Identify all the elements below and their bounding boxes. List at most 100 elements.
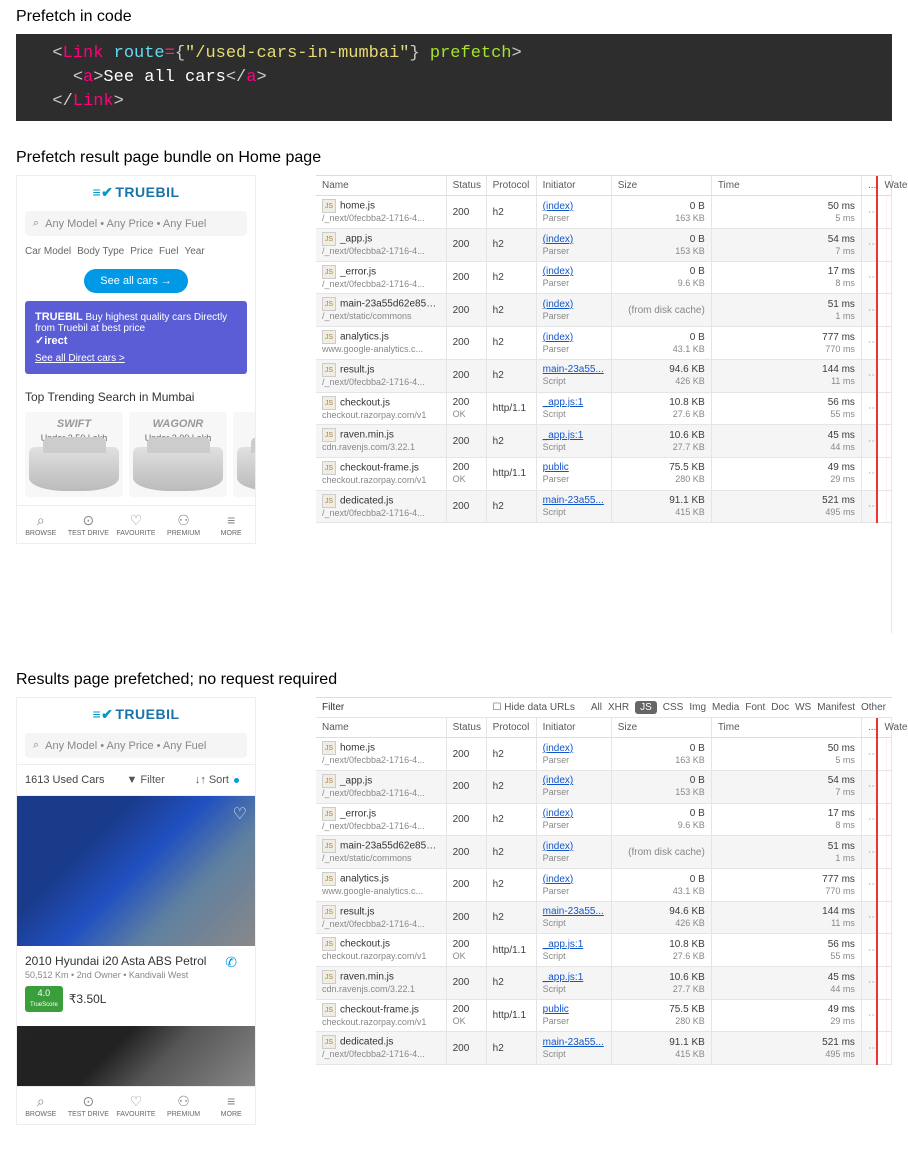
- initiator-link[interactable]: public: [543, 462, 569, 473]
- network-row[interactable]: JSresult.js/_next/0fecbba2-1716-4... 200…: [316, 901, 892, 934]
- nav-more[interactable]: ≡MORE: [207, 506, 255, 543]
- initiator-link[interactable]: (index): [543, 775, 574, 786]
- initiator-link[interactable]: (index): [543, 201, 574, 212]
- row-menu[interactable]: ⋯: [861, 901, 877, 934]
- trending-card[interactable]: WAGONRUnder 3.00 Lakh: [129, 412, 227, 497]
- network-row[interactable]: JSraven.min.jscdn.ravenjs.com/3.22.1 200…: [316, 425, 892, 458]
- nav-browse[interactable]: ⌕BROWSE: [17, 506, 65, 543]
- filter-tab-js[interactable]: JS: [635, 701, 657, 714]
- col-name[interactable]: Name: [316, 176, 446, 196]
- hide-data-urls-checkbox[interactable]: ☐ Hide data URLs: [493, 702, 575, 713]
- row-menu[interactable]: ⋯: [861, 738, 877, 771]
- row-menu[interactable]: ⋯: [861, 490, 877, 523]
- trending-card[interactable]: SWIFTUnder 3.50 Lakh: [25, 412, 123, 497]
- initiator-link[interactable]: _app.js:1: [543, 397, 584, 408]
- row-menu[interactable]: ⋯: [861, 803, 877, 836]
- initiator-link[interactable]: main-23a55...: [543, 906, 604, 917]
- favorite-icon[interactable]: ♡: [233, 804, 247, 824]
- initiator-link[interactable]: _app.js:1: [543, 972, 584, 983]
- filter-tab-ws[interactable]: WS: [795, 702, 811, 713]
- col-menu[interactable]: ...: [861, 176, 877, 196]
- direct-link[interactable]: See all Direct cars >: [35, 353, 237, 364]
- nav-test drive[interactable]: ⊙TEST DRIVE: [65, 1087, 113, 1124]
- row-menu[interactable]: ⋯: [861, 392, 877, 425]
- initiator-link[interactable]: main-23a55...: [543, 1037, 604, 1048]
- col-initiator[interactable]: Initiator: [536, 176, 611, 196]
- phone-icon[interactable]: ✆: [225, 954, 237, 971]
- filter-tab-img[interactable]: Img: [689, 702, 706, 713]
- network-row[interactable]: JS_app.js/_next/0fecbba2-1716-4... 200 h…: [316, 229, 892, 262]
- nav-premium[interactable]: ⚇PREMIUM: [160, 506, 208, 543]
- col-menu[interactable]: ...: [861, 718, 877, 738]
- network-row[interactable]: JSmain-23a55d62e85daea.../_next/static/c…: [316, 294, 892, 327]
- network-row[interactable]: JS_app.js/_next/0fecbba2-1716-4... 200 h…: [316, 770, 892, 803]
- row-menu[interactable]: ⋯: [861, 967, 877, 1000]
- nav-premium[interactable]: ⚇PREMIUM: [160, 1087, 208, 1124]
- col-name[interactable]: Name: [316, 718, 446, 738]
- row-menu[interactable]: ⋯: [861, 196, 877, 229]
- filter-tab-other[interactable]: Other: [861, 702, 886, 713]
- row-menu[interactable]: ⋯: [861, 294, 877, 327]
- trending-card[interactable]: D.Unde: [233, 412, 255, 497]
- network-row[interactable]: JScheckout-frame.jscheckout.razorpay.com…: [316, 457, 892, 490]
- initiator-link[interactable]: (index): [543, 841, 574, 852]
- col-time[interactable]: Time: [711, 176, 861, 196]
- filter-tab-all[interactable]: All: [591, 702, 602, 713]
- row-menu[interactable]: ⋯: [861, 457, 877, 490]
- network-row[interactable]: JSdedicated.js/_next/0fecbba2-1716-4... …: [316, 1032, 892, 1065]
- network-row[interactable]: JSmain-23a55d62e85daea.../_next/static/c…: [316, 836, 892, 869]
- network-row[interactable]: JS_error.js/_next/0fecbba2-1716-4... 200…: [316, 803, 892, 836]
- col-waterfall[interactable]: Wate: [877, 176, 891, 196]
- row-menu[interactable]: ⋯: [861, 836, 877, 869]
- col-initiator[interactable]: Initiator: [536, 718, 611, 738]
- network-row[interactable]: JShome.js/_next/0fecbba2-1716-4... 200 h…: [316, 738, 892, 771]
- filter-tab-font[interactable]: Font: [745, 702, 765, 713]
- network-row[interactable]: JSdedicated.js/_next/0fecbba2-1716-4... …: [316, 490, 892, 523]
- network-row[interactable]: JSanalytics.jswww.google-analytics.c... …: [316, 327, 892, 360]
- row-menu[interactable]: ⋯: [861, 359, 877, 392]
- initiator-link[interactable]: main-23a55...: [543, 364, 604, 375]
- col-protocol[interactable]: Protocol: [486, 718, 536, 738]
- row-menu[interactable]: ⋯: [861, 425, 877, 458]
- filter-tab-media[interactable]: Media: [712, 702, 739, 713]
- filter-option[interactable]: Body Type: [77, 246, 124, 257]
- initiator-link[interactable]: (index): [543, 266, 574, 277]
- initiator-link[interactable]: main-23a55...: [543, 495, 604, 506]
- network-row[interactable]: JScheckout-frame.jscheckout.razorpay.com…: [316, 999, 892, 1032]
- filter-tab-css[interactable]: CSS: [663, 702, 684, 713]
- favorite-icon[interactable]: ♡: [17, 1027, 27, 1039]
- initiator-link[interactable]: (index): [543, 743, 574, 754]
- nav-favourite[interactable]: ♡FAVOURITE: [112, 1087, 160, 1124]
- network-row[interactable]: JS_error.js/_next/0fecbba2-1716-4... 200…: [316, 261, 892, 294]
- col-size[interactable]: Size: [611, 718, 711, 738]
- filter-option[interactable]: Price: [130, 246, 153, 257]
- filter-button[interactable]: ▼Filter: [118, 771, 172, 789]
- initiator-link[interactable]: _app.js:1: [543, 430, 584, 441]
- row-menu[interactable]: ⋯: [861, 869, 877, 902]
- see-all-cars-button[interactable]: See all cars →: [84, 269, 188, 293]
- row-menu[interactable]: ⋯: [861, 229, 877, 262]
- search-input[interactable]: ⌕ Any Model • Any Price • Any Fuel: [25, 733, 247, 758]
- nav-test drive[interactable]: ⊙TEST DRIVE: [65, 506, 113, 543]
- sort-button[interactable]: ↓↑Sort: [187, 771, 247, 789]
- network-row[interactable]: JScheckout.jscheckout.razorpay.com/v1 20…: [316, 934, 892, 967]
- col-status[interactable]: Status: [446, 718, 486, 738]
- initiator-link[interactable]: _app.js:1: [543, 939, 584, 950]
- row-menu[interactable]: ⋯: [861, 770, 877, 803]
- initiator-link[interactable]: (index): [543, 234, 574, 245]
- filter-option[interactable]: Year: [184, 246, 204, 257]
- col-status[interactable]: Status: [446, 176, 486, 196]
- filter-tab-xhr[interactable]: XHR: [608, 702, 629, 713]
- row-menu[interactable]: ⋯: [861, 999, 877, 1032]
- filter-tab-manifest[interactable]: Manifest: [817, 702, 855, 713]
- initiator-link[interactable]: (index): [543, 874, 574, 885]
- truebil-direct-promo[interactable]: TRUEBIL Buy highest quality cars Directl…: [25, 301, 247, 374]
- col-waterfall[interactable]: Water: [877, 718, 891, 738]
- network-row[interactable]: JSanalytics.jswww.google-analytics.c... …: [316, 869, 892, 902]
- network-row[interactable]: JSraven.min.jscdn.ravenjs.com/3.22.1 200…: [316, 967, 892, 1000]
- network-row[interactable]: JScheckout.jscheckout.razorpay.com/v1 20…: [316, 392, 892, 425]
- col-protocol[interactable]: Protocol: [486, 176, 536, 196]
- filter-option[interactable]: Car Model: [25, 246, 71, 257]
- row-menu[interactable]: ⋯: [861, 1032, 877, 1065]
- initiator-link[interactable]: (index): [543, 299, 574, 310]
